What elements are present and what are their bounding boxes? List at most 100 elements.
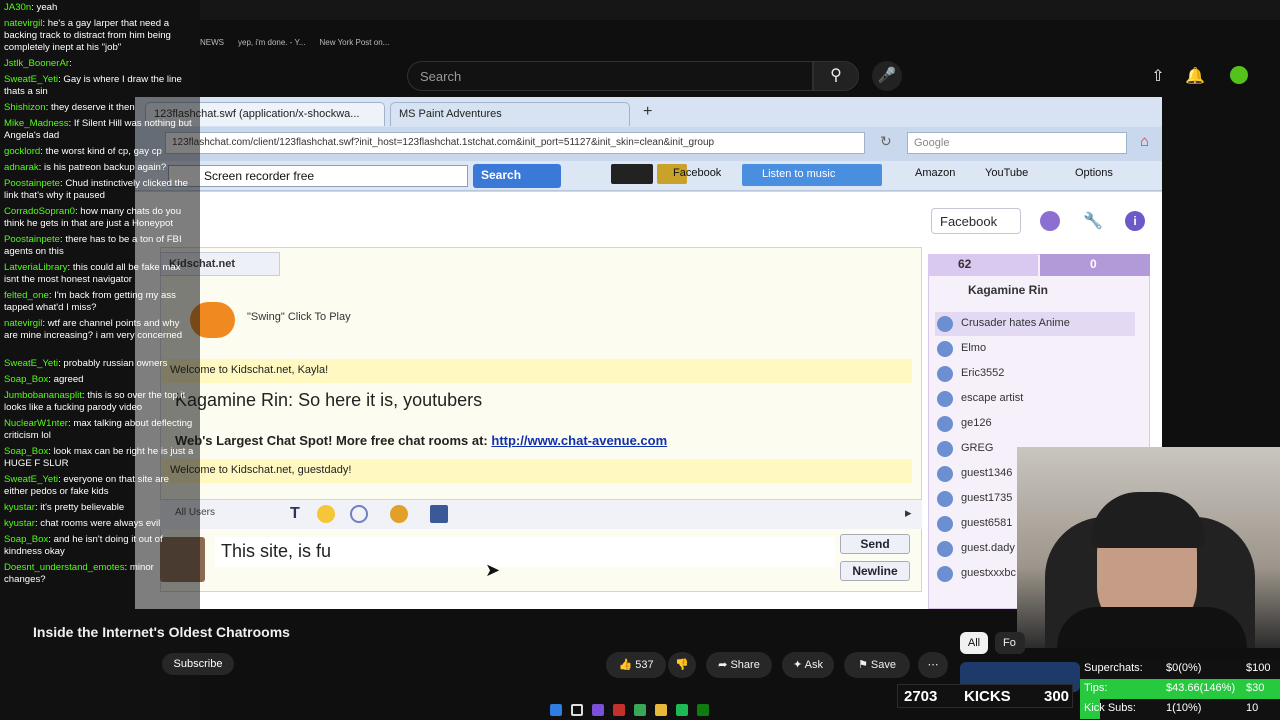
users-tab[interactable]: 62 [928, 254, 1038, 276]
search-button[interactable]: ⚲ [813, 61, 859, 91]
chat-line: Poostainpete: Chud instinctively clicked… [4, 178, 189, 201]
toolbar-youtube[interactable]: YouTube [985, 167, 1028, 179]
home-icon[interactable]: ⌂ [1140, 133, 1149, 150]
share-facebook-icon[interactable] [430, 505, 448, 523]
app-icon[interactable] [613, 704, 625, 716]
ask-search-button[interactable]: Search [473, 164, 561, 188]
goal-value: $0(0%) [1166, 662, 1202, 674]
send-button[interactable]: Send [840, 534, 910, 554]
text-format-icon[interactable]: T [290, 505, 300, 523]
chat-username[interactable]: NuclearW1nter [4, 418, 68, 429]
chat-username[interactable]: gocklord [4, 146, 40, 157]
chat-username[interactable]: kyustar [4, 502, 35, 513]
chat-username[interactable]: Poostainpete [4, 178, 60, 189]
chat-username[interactable]: adnarak [4, 162, 39, 173]
new-tab-icon[interactable]: + [643, 103, 652, 121]
chat-username[interactable]: Doesnt_understand_emotes [4, 562, 125, 573]
goal-label: Kick Subs: [1084, 702, 1136, 714]
avatar[interactable] [1230, 66, 1248, 84]
emoji-icon[interactable] [317, 505, 335, 523]
ad-link[interactable]: http://www.chat-avenue.com [491, 433, 667, 448]
like-button[interactable]: 👍 537 [606, 652, 666, 678]
chat-username[interactable]: Mike_Madness [4, 118, 69, 129]
chat-username[interactable]: Jumbobananasplit [4, 390, 82, 401]
bookmark-icon: ⚑ [858, 659, 871, 671]
chat-username[interactable]: Soap_Box [4, 446, 48, 457]
dislike-button[interactable]: 👎 [668, 652, 696, 678]
search-input[interactable]: Search [407, 61, 813, 91]
app-icon[interactable] [592, 704, 604, 716]
microphone-icon: 🎤 [877, 67, 897, 84]
google-search-input[interactable]: Google [907, 132, 1127, 154]
toolbar-facebook[interactable]: Facebook [673, 167, 721, 179]
chat-username[interactable]: natevirgil [4, 318, 42, 329]
address-bar[interactable]: 123flashchat.com/client/123flashchat.swf… [165, 132, 865, 154]
facebook-button[interactable]: Facebook [931, 208, 1021, 234]
info-icon[interactable]: i [1125, 211, 1145, 231]
gift-icon[interactable] [390, 505, 408, 523]
chat-username[interactable]: SweatE_Yeti [4, 474, 58, 485]
chrome-icon[interactable] [634, 704, 646, 716]
chat-username[interactable]: Poostainpete [4, 234, 60, 245]
user-row[interactable]: escape artist [935, 387, 1135, 411]
chat-username[interactable]: Soap_Box [4, 534, 48, 545]
xbox-icon[interactable] [697, 704, 709, 716]
user-row[interactable]: Eric3552 [935, 362, 1135, 386]
bookmark-item[interactable]: New York Post on... [320, 38, 390, 52]
user-row[interactable]: Crusader hates Anime [935, 312, 1135, 336]
chat-line: Doesnt_understand_emotes: minor changes? [4, 562, 154, 585]
notifications-icon[interactable]: 🔔 [1184, 66, 1206, 86]
chat-username[interactable]: Shishizon [4, 102, 46, 113]
friends-tab[interactable]: 0 [1040, 254, 1150, 276]
folder-icon[interactable] [655, 704, 667, 716]
chat-line: SweatE_Yeti: everyone on that site are e… [4, 474, 170, 497]
bookmark-item[interactable]: NEWS [200, 38, 224, 52]
toolbar-amazon[interactable]: Amazon [915, 167, 955, 179]
upload-icon[interactable]: ⇧ [1147, 66, 1169, 86]
chat-username[interactable]: Jstlk_BoonerAr [4, 58, 69, 69]
chip-fo[interactable]: Fo [995, 632, 1025, 654]
chat-username[interactable]: Soap_Box [4, 374, 48, 385]
user-row[interactable]: ge126 [935, 412, 1135, 436]
message-input[interactable]: This site, is fu [215, 537, 835, 567]
tools-icon[interactable]: 🔧 [1083, 211, 1103, 231]
ask-button[interactable]: ✦ Ask [782, 652, 834, 678]
stream-chat-overlay: JA30n: yeah natevirgil: he's a gay larper… [0, 0, 200, 720]
ask-search-input[interactable]: Screen recorder free [168, 165, 468, 187]
chat-username[interactable]: SweatE_Yeti [4, 74, 58, 85]
user-name: guest1346 [961, 467, 1013, 479]
chat-username[interactable]: LatveriaLibrary [4, 262, 67, 273]
toolbar-options[interactable]: Options [1075, 167, 1113, 179]
search-icon[interactable] [571, 704, 583, 716]
save-button[interactable]: ⚑ Save [844, 652, 910, 678]
chip-all[interactable]: All [960, 632, 988, 654]
user-row[interactable]: Elmo [935, 337, 1135, 361]
subscribe-button[interactable]: Subscribe [162, 653, 234, 675]
effects-icon[interactable] [350, 505, 368, 523]
chat-username[interactable]: CorradoSopran0 [4, 206, 75, 217]
goals-panel: Superchats: $0(0%) $100 Tips: $43.66(146… [1080, 659, 1280, 720]
mic-button[interactable]: 🎤 [872, 61, 902, 91]
chat-username[interactable]: natevirgil [4, 18, 42, 29]
newline-button[interactable]: Newline [840, 561, 910, 581]
chat-username[interactable]: JA30n [4, 2, 31, 13]
video-player[interactable]: 123flashchat.swf (application/x-shockwa.… [135, 97, 1162, 609]
inner-tab[interactable]: MS Paint Adventures [390, 102, 630, 126]
share-button[interactable]: ➦ Share [706, 652, 772, 678]
search-icon: ⚲ [830, 67, 842, 84]
swing-link[interactable]: "Swing" Click To Play [247, 311, 351, 323]
windows-start-icon[interactable] [550, 704, 562, 716]
listen-to-music-button[interactable]: Listen to music [742, 164, 882, 186]
gender-icon[interactable] [1040, 211, 1060, 231]
more-button[interactable]: ⋯ [918, 652, 948, 678]
chat-username[interactable]: kyustar [4, 518, 35, 529]
chat-username[interactable]: SweatE_Yeti [4, 358, 58, 369]
bookmark-item[interactable]: yep, i'm done. - Y... [238, 38, 306, 52]
chat-message: Kagamine Rin: So here it is, youtubers [175, 390, 483, 410]
browser-tab-strip [200, 0, 1280, 20]
reload-icon[interactable]: ↻ [880, 133, 892, 150]
chat-username[interactable]: felted_one [4, 290, 49, 301]
toolbar-logo[interactable] [611, 164, 653, 184]
scroll-right-icon[interactable]: ▸ [905, 505, 912, 521]
spotify-icon[interactable] [676, 704, 688, 716]
